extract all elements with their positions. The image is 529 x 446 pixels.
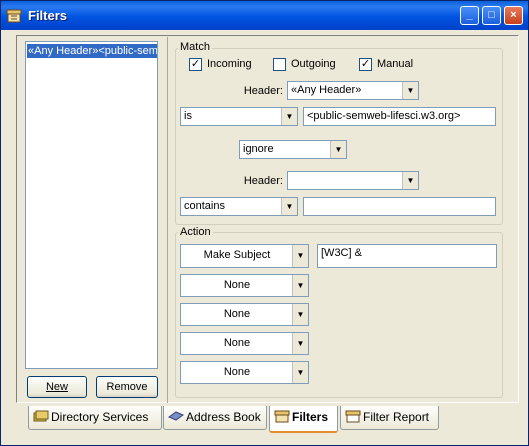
address-book-icon [167, 408, 185, 422]
title-bar[interactable]: Filters _ □ × [1, 1, 528, 30]
action-select-5[interactable]: None ▼ [180, 361, 309, 384]
manual-check-icon: ✓ [359, 58, 372, 71]
header2-select[interactable]: ▼ [287, 171, 419, 190]
maximize-button[interactable]: □ [482, 6, 501, 25]
header1-value: «Any Header» [291, 84, 362, 96]
header1-label: Header: [243, 85, 283, 97]
remove-button-label: Remove [106, 381, 148, 393]
value2-input[interactable] [303, 197, 496, 216]
tab-directory-services[interactable]: Directory Services [28, 406, 162, 430]
value1-input[interactable]: <public-semweb-lifesci.w3.org> [303, 107, 496, 126]
header2-label: Header: [243, 175, 283, 187]
conjunction-select[interactable]: ignore ▼ [239, 140, 347, 159]
action-3-value: None [223, 308, 251, 320]
chevron-down-icon: ▼ [292, 245, 308, 267]
chevron-down-icon: ▼ [330, 141, 346, 158]
action-select-3[interactable]: None ▼ [180, 303, 309, 326]
chevron-down-icon: ▼ [402, 172, 418, 189]
chevron-down-icon: ▼ [281, 198, 297, 215]
action-select-1[interactable]: Make Subject ▼ [180, 244, 309, 268]
tab-address-book-label: Address Book [186, 410, 261, 424]
action-1-argument-input[interactable]: [W3C] & [317, 244, 497, 268]
tab-filters-label: Filters [292, 410, 329, 424]
operator2-value: contains [184, 200, 225, 212]
filters-window: Filters _ □ × «Any Header»<public-semweb… [0, 0, 529, 446]
incoming-label: Incoming [207, 58, 252, 70]
manual-label: Manual [377, 58, 414, 70]
chevron-down-icon: ▼ [292, 275, 308, 296]
operator1-value: is [184, 110, 192, 122]
tab-directory-services-label: Directory Services [51, 410, 149, 424]
header1-select[interactable]: «Any Header» ▼ [287, 81, 419, 100]
outgoing-check-icon [273, 58, 286, 71]
tab-filters[interactable]: Filters [269, 406, 338, 433]
outgoing-label: Outgoing [291, 58, 336, 70]
filter-listbox[interactable]: «Any Header»<public-semweb-lifesci.w3.or… [25, 41, 158, 369]
new-filter-button[interactable]: New [27, 376, 87, 398]
tab-filter-report[interactable]: Filter Report [340, 406, 439, 430]
incoming-checkbox[interactable]: ✓ Incoming [189, 58, 255, 72]
filter-list-item-selected[interactable]: «Any Header»<public-semweb-lifesci.w3.or… [27, 44, 157, 58]
minimize-button[interactable]: _ [460, 6, 479, 25]
chevron-down-icon: ▼ [292, 304, 308, 325]
operator2-select[interactable]: contains ▼ [180, 197, 298, 216]
incoming-check-icon: ✓ [189, 58, 202, 71]
conjunction-value: ignore [243, 143, 274, 155]
bottom-tab-strip: Directory Services Address Book Filters … [16, 406, 519, 436]
chevron-down-icon: ▼ [292, 333, 308, 354]
window-title: Filters [28, 8, 68, 23]
action-2-value: None [223, 279, 251, 291]
chevron-down-icon: ▼ [402, 82, 418, 99]
filter-report-icon [345, 408, 361, 423]
tab-address-book[interactable]: Address Book [163, 406, 267, 430]
directory-services-icon [33, 408, 49, 422]
remove-filter-button[interactable]: Remove [96, 376, 158, 398]
new-button-label: New [45, 381, 68, 393]
close-button[interactable]: × [504, 6, 523, 25]
operator1-select[interactable]: is ▼ [180, 107, 298, 126]
action-1-value: Make Subject [203, 249, 271, 261]
action-5-value: None [223, 366, 251, 378]
action-legend: Action [178, 226, 213, 238]
chevron-down-icon: ▼ [281, 108, 297, 125]
action-select-4[interactable]: None ▼ [180, 332, 309, 355]
filter-icon [6, 7, 22, 23]
action-4-value: None [223, 337, 251, 349]
chevron-down-icon: ▼ [292, 362, 308, 383]
tab-filter-report-label: Filter Report [363, 410, 430, 424]
manual-checkbox[interactable]: ✓ Manual [359, 58, 419, 72]
outgoing-checkbox[interactable]: Outgoing [273, 58, 339, 72]
match-legend: Match [178, 41, 212, 53]
action-select-2[interactable]: None ▼ [180, 274, 309, 297]
filters-icon [274, 408, 290, 423]
